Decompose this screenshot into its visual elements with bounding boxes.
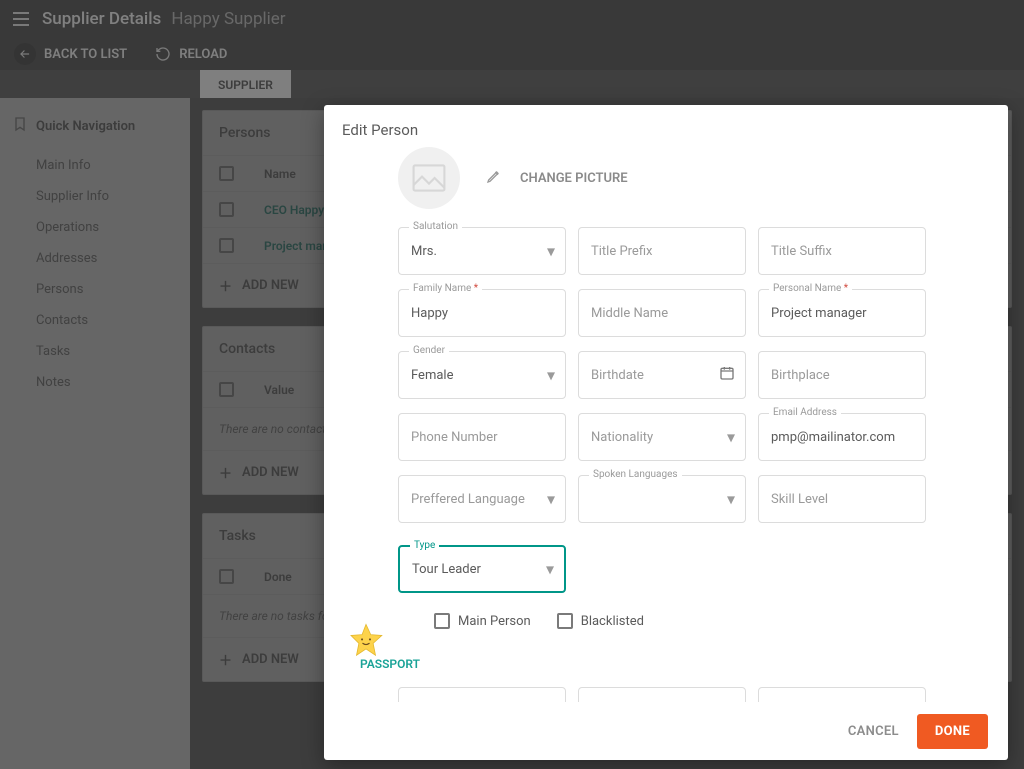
phone-input[interactable] (399, 414, 565, 460)
cancel-button[interactable]: CANCEL (848, 724, 899, 739)
passport-country-input[interactable] (399, 688, 565, 702)
birthplace-input[interactable] (759, 352, 925, 398)
nationality-select[interactable]: ▾ (578, 413, 746, 461)
pencil-icon (486, 168, 502, 188)
done-button[interactable]: DONE (917, 714, 988, 749)
family-name-field[interactable]: Family Name (398, 289, 566, 337)
birthdate-field[interactable] (578, 351, 746, 399)
family-name-label: Family Name (409, 283, 482, 294)
email-label: Email Address (769, 407, 841, 418)
middle-name-field[interactable] (578, 289, 746, 337)
salutation-label: Salutation (409, 221, 462, 232)
passport-country-select[interactable]: ▾ (398, 687, 566, 702)
checkbox-icon (557, 613, 573, 629)
type-value[interactable] (400, 547, 564, 591)
calendar-icon[interactable] (719, 365, 735, 385)
passport-issued-at-input[interactable] (759, 688, 925, 702)
salutation-value[interactable] (399, 228, 565, 274)
edit-person-modal: Edit Person CHANGE PICTURE Salutation ▾ (324, 105, 1008, 760)
spoken-languages-input[interactable] (579, 476, 745, 522)
middle-name-input[interactable] (579, 290, 745, 336)
passport-section-label: PASSPORT (342, 643, 990, 681)
gender-label: Gender (409, 345, 449, 356)
preferred-language-select[interactable]: ▾ (398, 475, 566, 523)
gender-value[interactable] (399, 352, 565, 398)
title-suffix-input[interactable] (759, 228, 925, 274)
title-prefix-field[interactable] (578, 227, 746, 275)
change-picture-label: CHANGE PICTURE (520, 171, 628, 186)
personal-name-field[interactable]: Personal Name (758, 289, 926, 337)
gender-select[interactable]: Gender ▾ (398, 351, 566, 399)
blacklisted-checkbox[interactable]: Blacklisted (557, 613, 644, 629)
birthplace-field[interactable] (758, 351, 926, 399)
email-field[interactable]: Email Address (758, 413, 926, 461)
spoken-languages-select[interactable]: Spoken Languages ▾ (578, 475, 746, 523)
passport-number-field[interactable] (578, 687, 746, 702)
checkbox-icon (434, 613, 450, 629)
main-person-label: Main Person (458, 614, 531, 629)
main-person-checkbox[interactable]: Main Person (434, 613, 531, 629)
personal-name-input[interactable] (759, 290, 925, 336)
spoken-languages-label: Spoken Languages (589, 469, 682, 480)
passport-number-input[interactable] (579, 688, 745, 702)
nationality-input[interactable] (579, 414, 745, 460)
skill-level-field[interactable] (758, 475, 926, 523)
type-label: Type (410, 540, 439, 551)
email-input[interactable] (759, 414, 925, 460)
modal-title: Edit Person (324, 105, 1008, 147)
avatar-placeholder (398, 147, 460, 209)
personal-name-label: Personal Name (769, 283, 852, 294)
star-icon (347, 622, 385, 660)
change-picture-button[interactable]: CHANGE PICTURE (486, 168, 628, 188)
phone-field[interactable] (398, 413, 566, 461)
title-suffix-field[interactable] (758, 227, 926, 275)
blacklisted-label: Blacklisted (581, 614, 644, 629)
salutation-select[interactable]: Salutation ▾ (398, 227, 566, 275)
skill-level-input[interactable] (759, 476, 925, 522)
passport-issued-at-field[interactable] (758, 687, 926, 702)
type-select[interactable]: Type ▾ (398, 545, 566, 593)
title-prefix-input[interactable] (579, 228, 745, 274)
family-name-input[interactable] (399, 290, 565, 336)
preferred-language-input[interactable] (399, 476, 565, 522)
